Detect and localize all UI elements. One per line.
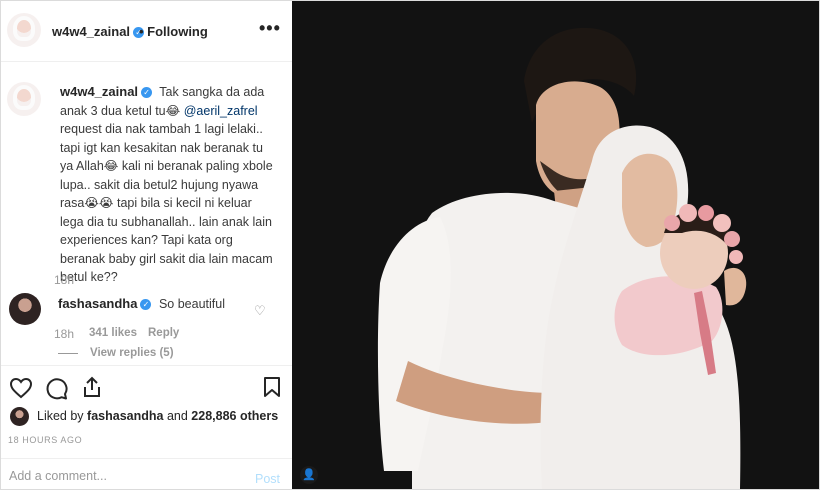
- likes-prefix: Liked by: [37, 409, 84, 423]
- caption-line-2: anak 3 dua ketul tu😂: [60, 103, 181, 118]
- family-photo-illustration: [292, 1, 819, 489]
- caption-avatar[interactable]: [7, 82, 41, 116]
- verified-badge-icon: ✓: [140, 299, 152, 310]
- likes-others-link[interactable]: 228,886 others: [191, 409, 278, 423]
- post-photo[interactable]: 👤: [292, 1, 819, 489]
- add-comment-input[interactable]: [7, 465, 231, 487]
- more-options-icon[interactable]: •••: [259, 18, 281, 39]
- share-icon[interactable]: [81, 375, 103, 399]
- verified-badge-icon: ✓: [141, 87, 153, 98]
- caption-line-5: ya Allah😂 kali ni beranak paling xbole: [60, 159, 273, 173]
- caption-line-6: lupa.. sakit dia betul2 hujung nyawa: [60, 177, 259, 192]
- add-comment-bar: Post: [1, 458, 292, 490]
- liker-avatar[interactable]: [10, 407, 29, 426]
- view-replies-button[interactable]: View replies (5): [90, 347, 174, 359]
- commenter-avatar[interactable]: [9, 293, 41, 325]
- caption-line-8: lega dia tu subhanallah.. lain anak lain: [60, 214, 272, 229]
- comment-timestamp[interactable]: 18h: [54, 327, 74, 341]
- post-comment-button[interactable]: Post: [255, 472, 280, 486]
- author-avatar[interactable]: [7, 13, 41, 47]
- comment: fashasandha ✓ So beautiful: [58, 296, 225, 311]
- comment-likes-count[interactable]: 341 likes: [89, 327, 137, 339]
- post-header: w4w4_zainal ✓ • Following •••: [1, 1, 292, 62]
- comment-icon[interactable]: [45, 377, 68, 400]
- commenter-username[interactable]: fashasandha ✓: [58, 296, 152, 311]
- author-username[interactable]: w4w4_zainal ✓: [52, 24, 145, 39]
- caption-line-9: experiences kan? Tapi kata org: [60, 233, 233, 247]
- caption-mention-link[interactable]: @aeril_zafrel: [184, 104, 258, 118]
- post-side-panel: w4w4_zainal ✓ • Following ••• w4w4_zainal…: [1, 1, 292, 489]
- likes-summary: Liked by fashasandha and 228,886 others: [37, 409, 278, 423]
- comment-like-icon[interactable]: ♡: [254, 303, 266, 318]
- caption-line-10: beranak baby girl sakit dia lain macam: [60, 251, 273, 266]
- heart-icon[interactable]: [9, 377, 33, 399]
- caption-line-1: Tak sangka da ada: [159, 85, 265, 99]
- action-bar: [1, 365, 292, 406]
- tag-people-icon[interactable]: 👤: [300, 466, 318, 484]
- author-username-text[interactable]: w4w4_zainal: [52, 24, 130, 39]
- bookmark-icon[interactable]: [263, 376, 281, 398]
- caption-line-3: request dia nak tambah 1 lagi lelaki..: [60, 122, 263, 136]
- comment-body: So beautiful: [158, 297, 225, 311]
- post-caption: w4w4_zainal ✓ Tak sangka da ada anak 3 du…: [60, 83, 280, 287]
- caption-username[interactable]: w4w4_zainal ✓: [60, 84, 153, 99]
- likes-middle: and: [166, 409, 188, 423]
- comment-reply-button[interactable]: Reply: [148, 327, 179, 339]
- replies-divider: [58, 353, 78, 354]
- following-button[interactable]: • Following: [139, 24, 208, 39]
- post-age[interactable]: 18 HOURS AGO: [8, 435, 82, 445]
- caption-timestamp[interactable]: 18h: [54, 273, 74, 287]
- likes-user-link[interactable]: fashasandha: [87, 409, 163, 423]
- caption-line-7: rasa😭😭 tapi bila si kecil ni keluar: [60, 196, 252, 210]
- instagram-post: w4w4_zainal ✓ • Following ••• w4w4_zainal…: [0, 0, 820, 490]
- caption-line-4: tapi igt kan kesakitan nak beranak tu: [60, 140, 263, 155]
